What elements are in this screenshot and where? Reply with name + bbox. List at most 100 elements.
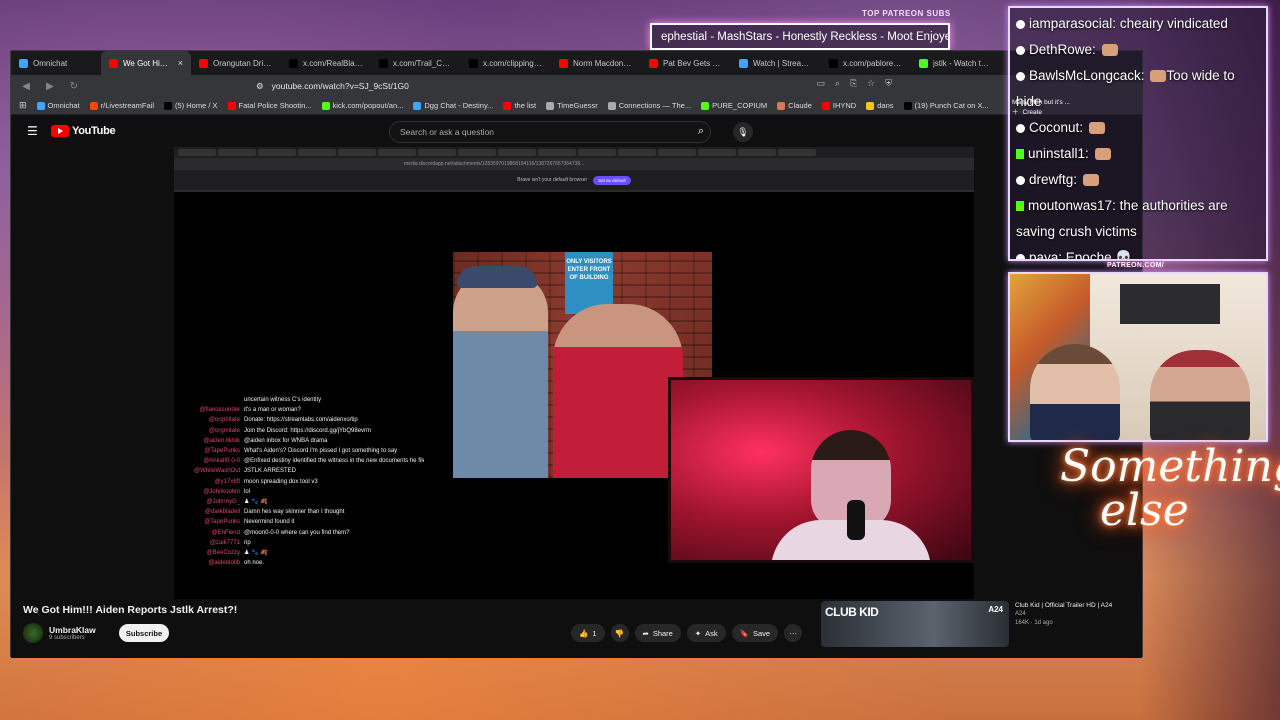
thumbs-up-icon: 👍 [579,628,589,638]
like-button[interactable]: 👍 1 [571,624,605,642]
bookmark-label: the list [514,101,537,110]
address-bar[interactable]: ⚙ youtube.com/watch?v=SJ_9cSt/1G0 [256,77,896,95]
recommended-video[interactable]: CLUB KID A24 Club Kid | Official Trailer… [821,601,1141,651]
bookmark-13[interactable]: (19) Punch Cat on X... [903,101,989,110]
create-button[interactable]: ＋ Create [1012,108,1122,118]
tab-2[interactable]: Orangutan Driving [191,51,281,75]
tab-6[interactable]: Norm Macdonald [551,51,641,75]
video-actions: 👍 1 👎 ➦ Share ✦ Ask 🔖 Save ⋯ [571,624,803,642]
video-player[interactable]: media.discordapp.net/attachments/1283597… [174,147,974,599]
channel-name[interactable]: UmbraKlaw [49,625,96,635]
tab-4[interactable]: x.com/Trail_Cams/ [371,51,461,75]
tab-10[interactable]: jstlk - Watch the V [911,51,1001,75]
tab-9[interactable]: x.com/pabloreport [821,51,911,75]
forward-icon[interactable]: ▶ [43,79,57,93]
apps-icon[interactable]: ⊞ [19,100,27,111]
tab-8[interactable]: Watch | Streamab [731,51,821,75]
bookmark-8[interactable]: Connections — The... [607,101,691,110]
bookmark-2[interactable]: (5) Home / X [164,101,218,110]
reload-icon[interactable]: ↻ [67,79,81,93]
toolbar: ◀ ▶ ↻ ⚙ youtube.com/watch?v=SJ_9cSt/1G0 … [11,75,1142,97]
menu-icon[interactable]: ☰ [27,125,39,137]
chat-username: uninstall1 [1028,146,1086,161]
share-icon[interactable]: ⎘ [850,78,857,89]
subscribe-button[interactable]: Subscribe [119,624,169,642]
bookmark-label: Dgg Chat - Destiny... [424,101,494,110]
search-icon[interactable]: ⌕ [698,125,704,138]
bookmark-7[interactable]: TimeGuessr [546,101,598,110]
site-info-icon[interactable]: ⚙ [256,81,264,92]
search-input[interactable]: Search or ask a question ⌕ [389,121,711,143]
overlay-chat-message: @aiden inbox for WNBA drama [244,437,328,444]
bookmark-label: dans [877,101,894,110]
tab-favicon-icon [649,58,658,68]
yt-header: ☰ YouTube Search or ask a question ⌕ 🎙 [11,115,1142,149]
star-icon[interactable]: ☆ [867,78,875,89]
brave-shield-icon[interactable]: ⛨ [885,78,892,89]
close-tab-icon[interactable]: × [178,58,183,68]
share-button[interactable]: ➦ Share [634,624,681,642]
tab-favicon-icon [379,58,388,68]
more-options-button[interactable]: ⋯ [784,624,803,642]
channel-info[interactable]: UmbraKlaw 9 subscribers [23,623,96,643]
overlay-chat-message: rip [244,539,251,546]
bookmark-1[interactable]: r/LivestreamFail [89,101,155,110]
bookmark-12[interactable]: dans [866,101,894,110]
microphone [847,500,865,540]
bookmark-4[interactable]: kick.com/popout/an... [321,101,403,110]
rec-title[interactable]: Club Kid | Official Trailer HD | A24 [1015,601,1125,610]
tab-3[interactable]: x.com/RealBlackRei [281,51,371,75]
bookmark-6[interactable]: the list [503,101,536,110]
rec-meta: 164K · 1d ago [1015,620,1053,626]
tab-0[interactable]: Omnichat [11,51,101,75]
overlay-chat-message: moon spreading dox tool v3 [244,478,318,485]
bookmark-5[interactable]: Dgg Chat - Destiny... [413,101,493,110]
bookmark-3[interactable]: Fatal Police Shootin... [227,101,312,110]
chat-text: Epoche 💀 [1065,250,1133,261]
bookmark-11[interactable]: IHYND [821,101,856,110]
bookmark-label: Fatal Police Shootin... [238,101,312,110]
bookmark-9[interactable]: PURE_COPIUM [701,101,767,110]
chat-message: iamparasocial: cheairy vindicated [1016,11,1260,37]
dislike-button[interactable]: 👎 [610,624,629,642]
overlay-chat-user: @aiden.tiktok [203,437,240,444]
bookmark-icon: 🔖 [739,628,749,638]
back-icon[interactable]: ◀ [19,79,33,93]
rec-thumbnail[interactable]: CLUB KID A24 [821,601,1009,647]
save-button[interactable]: 🔖 Save [731,624,779,642]
inner-tabs [174,147,974,158]
thumbs-down-icon: 👎 [614,628,625,638]
inner-notice-button: Set as default [593,175,631,185]
overlay-chat-line: @BeeCozzy ♟ 🐾 🍂 [194,548,424,558]
overlay-chat-user: @WhiteWashOut [194,468,240,475]
youtube-play-icon [51,125,69,137]
bookmark-0[interactable]: Omnichat [36,101,80,110]
chat-message: uninstall1: [1016,141,1260,167]
rec-thumb-text: CLUB KID [825,605,879,619]
chat-separator: : [1140,68,1149,83]
mic-icon[interactable]: 🎙 [733,122,753,142]
tab-7[interactable]: Pat Bev Gets SHOC [641,51,731,75]
menu-item-many-men[interactable]: Many Men but it's ... [1012,98,1122,108]
channel-avatar[interactable] [23,623,43,643]
zoom-icon[interactable]: ⌕ [835,78,840,89]
bookmark-favicon-icon [777,101,786,110]
chat-username: iamparasocial [1029,16,1113,31]
cast-icon[interactable]: ▭ [816,78,825,89]
twitch-icon [1016,19,1025,29]
chat-message: paya: Epoche 💀 [1016,245,1260,261]
bookmark-label: (5) Home / X [175,101,218,110]
bookmark-label: r/LivestreamFail [100,101,155,110]
ask-button[interactable]: ✦ Ask [686,624,726,642]
bookmark-10[interactable]: Claude [777,101,812,110]
overlay-chat-message: oh noe. [244,560,265,567]
tab-5[interactable]: x.com/clippingwing [461,51,551,75]
chat-username: drewftg [1029,172,1074,187]
overlay-chat-message: ♟ 🐾 🍂 [244,499,268,506]
tab-1[interactable]: We Got Him!!! × [101,51,191,75]
overlay-chat-user: @orgmitate [208,427,240,434]
overlay-chat-line: uncertain witness C's identity [194,395,424,405]
officer-cap [457,266,537,288]
youtube-logo[interactable]: YouTube [51,125,116,137]
tab-favicon-icon [739,58,748,68]
